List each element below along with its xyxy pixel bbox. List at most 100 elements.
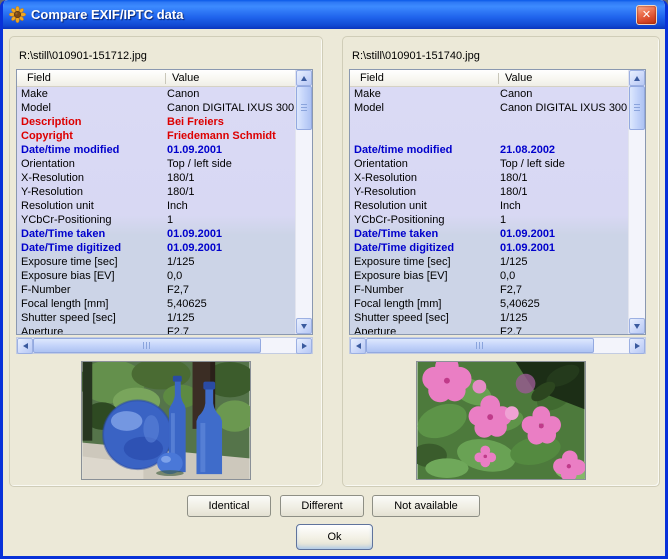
table-row[interactable]: Date/Time taken01.09.2001 xyxy=(350,227,628,241)
ok-button[interactable]: Ok xyxy=(296,524,373,550)
scroll-up-arrow-icon[interactable] xyxy=(296,70,312,86)
table-row[interactable]: F-NumberF2,7 xyxy=(17,283,295,297)
horizontal-scroll-thumb[interactable] xyxy=(33,338,261,353)
field-cell: Date/Time digitized xyxy=(17,242,166,254)
table-row[interactable]: MakeCanon xyxy=(17,87,295,101)
right-horizontal-scrollbar[interactable] xyxy=(349,337,646,354)
value-cell: Friedemann Schmidt xyxy=(166,130,295,142)
value-cell: Canon DIGITAL IXUS 300 xyxy=(166,102,295,114)
left-table-rows: MakeCanonModelCanon DIGITAL IXUS 300Desc… xyxy=(17,87,295,334)
not-available-legend-button[interactable]: Not available xyxy=(372,495,480,517)
table-row[interactable]: Y-Resolution180/1 xyxy=(350,185,628,199)
table-row[interactable]: ApertureF2,7 xyxy=(17,325,295,334)
value-cell: 0,0 xyxy=(166,270,295,282)
value-cell: F2,7 xyxy=(166,326,295,334)
horizontal-scroll-track[interactable] xyxy=(261,338,296,353)
table-row[interactable]: F-NumberF2,7 xyxy=(350,283,628,297)
value-cell: 180/1 xyxy=(499,186,628,198)
identical-label: Identical xyxy=(209,500,250,512)
left-vertical-scrollbar[interactable] xyxy=(295,70,312,334)
table-row[interactable]: Shutter speed [sec]1/125 xyxy=(17,311,295,325)
table-row[interactable] xyxy=(350,115,628,129)
table-row[interactable]: CopyrightFriedemann Schmidt xyxy=(17,129,295,143)
value-cell: 1/125 xyxy=(166,312,295,324)
horizontal-scroll-thumb[interactable] xyxy=(366,338,594,353)
value-cell: 01.09.2001 xyxy=(166,228,295,240)
value-cell: 01.09.2001 xyxy=(166,242,295,254)
scroll-down-arrow-icon[interactable] xyxy=(629,318,645,334)
value-cell: F2,7 xyxy=(166,284,295,296)
column-header-value[interactable]: Value xyxy=(166,72,295,84)
table-row[interactable]: X-Resolution180/1 xyxy=(350,171,628,185)
scroll-left-arrow-icon[interactable] xyxy=(350,338,366,354)
horizontal-scroll-track[interactable] xyxy=(594,338,629,353)
field-cell: YCbCr-Positioning xyxy=(17,214,166,226)
table-row[interactable]: Focal length [mm]5,40625 xyxy=(17,297,295,311)
compare-exif-dialog: Compare EXIF/IPTC data ✕ R:\still\010901… xyxy=(0,0,668,559)
value-cell: 0,0 xyxy=(499,270,628,282)
table-row[interactable]: Date/Time taken01.09.2001 xyxy=(17,227,295,241)
column-header-field[interactable]: Field xyxy=(350,72,498,84)
scroll-right-arrow-icon[interactable] xyxy=(296,338,312,354)
table-row[interactable]: Focal length [mm]5,40625 xyxy=(350,297,628,311)
table-row[interactable]: OrientationTop / left side xyxy=(350,157,628,171)
table-row[interactable]: ApertureF2,7 xyxy=(350,325,628,334)
value-cell: 1/125 xyxy=(499,256,628,268)
table-row[interactable]: Date/time modified01.09.2001 xyxy=(17,143,295,157)
right-file-path: R:\still\010901-151740.jpg xyxy=(352,50,659,62)
table-row[interactable]: Resolution unitInch xyxy=(17,199,295,213)
value-cell: Top / left side xyxy=(499,158,628,170)
scroll-up-arrow-icon[interactable] xyxy=(629,70,645,86)
table-row[interactable]: Resolution unitInch xyxy=(350,199,628,213)
field-cell: Y-Resolution xyxy=(17,186,166,198)
table-row[interactable]: Shutter speed [sec]1/125 xyxy=(350,311,628,325)
value-cell: Bei Freiers xyxy=(166,116,295,128)
table-row[interactable]: Exposure bias [EV]0,0 xyxy=(350,269,628,283)
field-cell: Exposure bias [EV] xyxy=(350,270,499,282)
table-row[interactable]: MakeCanon xyxy=(350,87,628,101)
scroll-right-arrow-icon[interactable] xyxy=(629,338,645,354)
vertical-scroll-thumb[interactable] xyxy=(296,86,312,130)
close-button[interactable]: ✕ xyxy=(636,5,657,25)
value-cell: Inch xyxy=(166,200,295,212)
scroll-down-arrow-icon[interactable] xyxy=(296,318,312,334)
table-row[interactable]: Exposure time [sec]1/125 xyxy=(17,255,295,269)
table-row[interactable]: ModelCanon DIGITAL IXUS 300 xyxy=(17,101,295,115)
table-row[interactable]: Exposure bias [EV]0,0 xyxy=(17,269,295,283)
vertical-scroll-thumb[interactable] xyxy=(629,86,645,130)
vertical-scroll-track[interactable] xyxy=(296,130,312,318)
value-cell: 1 xyxy=(166,214,295,226)
table-row[interactable]: Date/time modified21.08.2002 xyxy=(350,143,628,157)
table-row[interactable]: Date/Time digitized01.09.2001 xyxy=(350,241,628,255)
field-cell: Resolution unit xyxy=(17,200,166,212)
value-cell: 01.09.2001 xyxy=(166,144,295,156)
table-row[interactable]: YCbCr-Positioning1 xyxy=(350,213,628,227)
field-cell: Orientation xyxy=(17,158,166,170)
value-cell: Top / left side xyxy=(166,158,295,170)
left-table-header: Field Value xyxy=(17,70,295,87)
value-cell: 5,40625 xyxy=(166,298,295,310)
table-row[interactable]: X-Resolution180/1 xyxy=(17,171,295,185)
scroll-left-arrow-icon[interactable] xyxy=(17,338,33,354)
table-row[interactable]: OrientationTop / left side xyxy=(17,157,295,171)
column-header-value[interactable]: Value xyxy=(499,72,628,84)
table-row[interactable] xyxy=(350,129,628,143)
table-row[interactable]: ModelCanon DIGITAL IXUS 300 xyxy=(350,101,628,115)
column-header-field[interactable]: Field xyxy=(17,72,165,84)
vertical-scroll-track[interactable] xyxy=(629,130,645,318)
identical-legend-button[interactable]: Identical xyxy=(187,495,271,517)
field-cell: Model xyxy=(350,102,499,114)
table-row[interactable]: Y-Resolution180/1 xyxy=(17,185,295,199)
right-vertical-scrollbar[interactable] xyxy=(628,70,645,334)
left-horizontal-scrollbar[interactable] xyxy=(16,337,313,354)
table-row[interactable]: Exposure time [sec]1/125 xyxy=(350,255,628,269)
table-row[interactable]: DescriptionBei Freiers xyxy=(17,115,295,129)
field-cell: F-Number xyxy=(17,284,166,296)
right-exif-table: Field Value MakeCanonModelCanon DIGITAL … xyxy=(349,69,646,335)
title-bar[interactable]: Compare EXIF/IPTC data ✕ xyxy=(3,0,665,29)
field-cell: Shutter speed [sec] xyxy=(17,312,166,324)
different-legend-button[interactable]: Different xyxy=(280,495,364,517)
value-cell: 5,40625 xyxy=(499,298,628,310)
table-row[interactable]: Date/Time digitized01.09.2001 xyxy=(17,241,295,255)
table-row[interactable]: YCbCr-Positioning1 xyxy=(17,213,295,227)
